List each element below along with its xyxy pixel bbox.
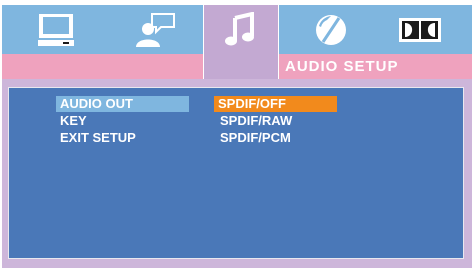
option-spdif-raw[interactable]: SPDIF/RAW xyxy=(216,113,339,129)
setup-panel: AUDIO OUT KEY EXIT SETUP SPDIF/OFF SPDIF… xyxy=(8,87,464,259)
tab-dolby[interactable] xyxy=(392,5,448,54)
tv-monitor-icon xyxy=(38,13,74,46)
setup-panel-frame: AUDIO OUT KEY EXIT SETUP SPDIF/OFF SPDIF… xyxy=(2,79,472,268)
tab-audio[interactable] xyxy=(203,5,279,79)
page-title: AUDIO SETUP xyxy=(285,58,399,75)
menu-item-audio-out[interactable]: AUDIO OUT xyxy=(56,96,189,112)
menu-item-exit-setup[interactable]: EXIT SETUP xyxy=(56,130,189,146)
tab-language[interactable] xyxy=(125,5,185,54)
dolby-logo-icon xyxy=(399,17,441,42)
option-spdif-pcm[interactable]: SPDIF/PCM xyxy=(216,130,339,146)
setup-screen: AUDIO SETUP AUDIO OUT KEY EXIT SETUP SPD… xyxy=(0,0,475,270)
music-note-icon xyxy=(225,12,254,46)
option-spdif-off[interactable]: SPDIF/OFF xyxy=(214,96,337,112)
tab-video[interactable] xyxy=(303,5,359,54)
person-speech-icon xyxy=(136,12,175,47)
color-disc-icon xyxy=(316,14,346,45)
tab-general[interactable] xyxy=(30,5,82,54)
menu-item-key[interactable]: KEY xyxy=(56,113,189,129)
